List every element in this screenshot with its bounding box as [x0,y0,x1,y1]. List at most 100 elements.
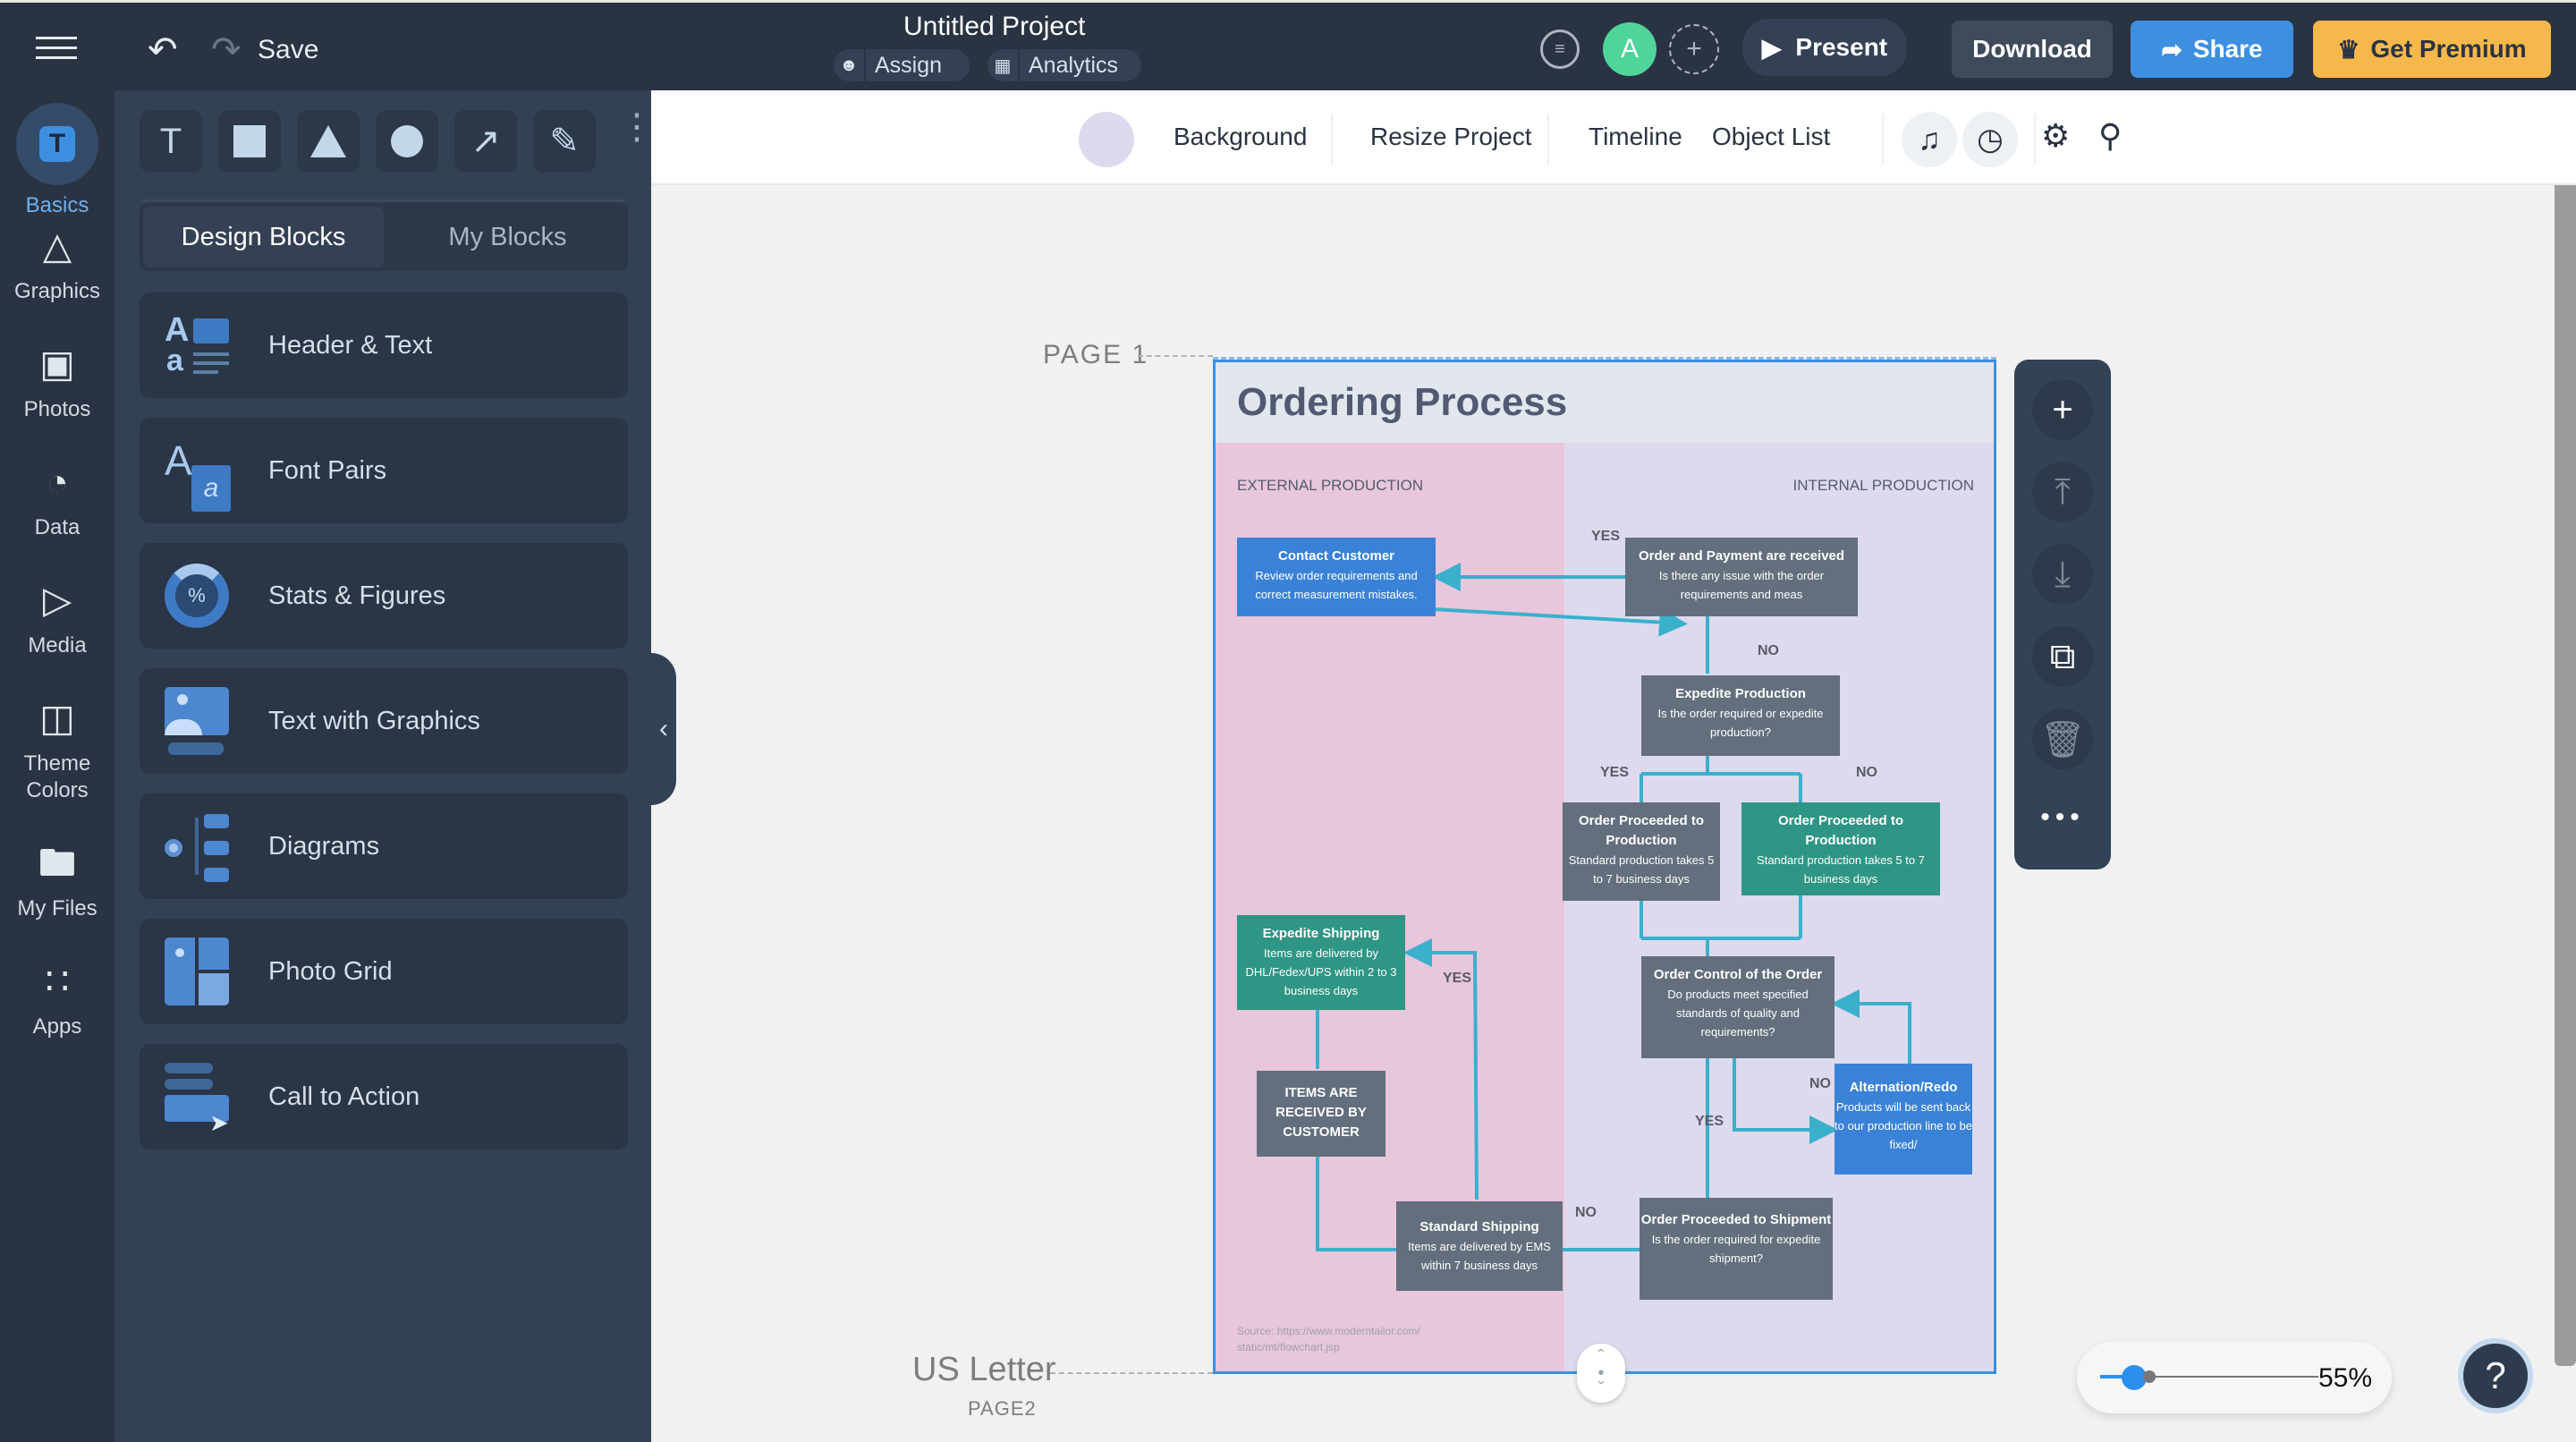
source-note[interactable]: Source: https://www.moderntailor.com/ st… [1237,1323,1470,1355]
node-expedite-production[interactable]: Expedite Production Is the order require… [1641,675,1840,756]
triangle-tool[interactable] [297,110,360,173]
add-collaborator-icon[interactable]: + [1669,24,1719,74]
block-diagrams[interactable]: Diagrams [140,793,628,899]
move-page-up-icon[interactable]: ⤒ [2032,462,2093,522]
add-page-icon[interactable]: + [2032,379,2093,440]
zoom-search-icon[interactable]: ⚲ [2098,117,2122,155]
line-tool[interactable]: ↗ [454,110,517,173]
page-label: PAGE 1 [1043,340,1149,369]
move-page-down-icon[interactable]: ⤓ [2032,544,2093,605]
rail-item-basics[interactable]: T Basics [0,103,114,219]
rail-label: Data [34,515,80,539]
help-button[interactable]: ? [2458,1338,2533,1413]
share-button[interactable]: ➦ Share [2131,21,2293,78]
analytics-label: Analytics [1029,52,1119,78]
chevron-left-icon: ‹ [659,714,668,743]
rectangle-tool[interactable] [218,110,281,173]
more-tools-icon[interactable]: ⋮ [619,109,655,145]
palette-icon: ◫ [39,697,75,739]
block-stats-figures[interactable]: % Stats & Figures [140,543,628,649]
node-contact-customer[interactable]: Contact Customer Review order requiremen… [1237,538,1436,616]
settings-gear-icon[interactable]: ⚙ [2041,117,2070,155]
image-text-icon [165,687,233,755]
edge-label-no: NO [1809,1076,1831,1091]
rail-label: Apps [32,1014,82,1039]
text-tool[interactable]: T [140,110,202,173]
page-resize-handle[interactable]: ˆ • ˇ [1577,1344,1625,1403]
undo-icon[interactable]: ↶ [148,30,178,71]
node-alternation-redo[interactable]: Alternation/Redo Products will be sent b… [1835,1064,1972,1175]
tab-design-blocks[interactable]: Design Blocks [143,207,384,267]
present-button[interactable]: ▶ Present [1742,19,1907,76]
node-title: Expedite Shipping [1262,926,1380,941]
resize-project-button[interactable]: Resize Project [1370,123,1532,151]
page-label-leader [1138,355,1213,357]
node-standard-shipping[interactable]: Standard Shipping Items are delivered by… [1396,1201,1563,1291]
top-bar: ↶ ↷ Save Untitled Project ☻ Assign ▦ Ana… [0,0,2576,90]
trash-icon[interactable]: 🗑 [2032,708,2093,769]
comment-icon[interactable]: ≡ [1540,30,1580,69]
rail-item-theme-colors[interactable]: ◫ Theme Colors [0,693,114,804]
node-proceed-shipment[interactable]: Order Proceeded to Shipment Is the order… [1640,1198,1833,1300]
photo-icon: ▣ [39,343,75,385]
background-button[interactable]: Background [1174,123,1307,151]
rail-item-data[interactable]: ◔ Data [0,457,114,541]
page-size-leader [1050,1372,1213,1374]
node-order-control[interactable]: Order Control of the Order Do products m… [1641,956,1835,1058]
object-list-button[interactable]: Object List [1712,123,1830,151]
connector [1403,938,1479,1200]
get-premium-button[interactable]: ♛ Get Premium [2313,21,2551,78]
download-button[interactable]: Download [1952,21,2113,78]
rail-label: Graphics [13,279,101,303]
rail-item-my-files[interactable]: 🖿 My Files [0,838,114,922]
node-order-payment[interactable]: Order and Payment are received Is there … [1625,538,1858,616]
collapse-panel-button[interactable]: ‹ [651,653,676,805]
edge-label-no: NO [1758,643,1779,658]
node-proceed-production-yes[interactable]: Order Proceeded to Production Standard p… [1563,802,1720,901]
rail-label-line2: Colors [26,778,89,802]
more-options-icon[interactable]: ••• [2014,804,2111,831]
connector [1640,756,1802,802]
document-page[interactable]: Ordering Process EXTERNAL PRODUCTION INT… [1213,360,1996,1374]
background-color-swatch[interactable] [1079,112,1134,167]
block-text-with-graphics[interactable]: Text with Graphics [140,668,628,774]
duplicate-page-icon[interactable]: ⧉ [2032,626,2093,687]
edge-label-no: NO [1856,765,1877,780]
redo-icon[interactable]: ↷ [211,30,242,71]
project-title[interactable]: Untitled Project [903,12,1085,42]
triangle-icon [310,125,346,157]
tab-my-blocks[interactable]: My Blocks [387,203,628,271]
alarm-clock-icon[interactable]: ◷ [1962,112,2018,167]
block-font-pairs[interactable]: A a Font Pairs [140,418,628,523]
rail-item-media[interactable]: ▷ Media [0,575,114,659]
timeline-button[interactable]: Timeline [1589,123,1682,151]
block-header-text[interactable]: A a Header & Text [140,293,628,398]
node-body: Standard production takes 5 to 7 busines… [1568,853,1715,886]
pen-tool[interactable]: ✎ [533,110,596,173]
analytics-button[interactable]: ▦ Analytics [987,49,1141,81]
vertical-scrollbar[interactable] [2555,185,2576,1366]
node-proceed-production-no[interactable]: Order Proceeded to Production Standard p… [1741,802,1940,895]
node-items-received[interactable]: ITEMS ARE RECEIVED BY CUSTOMER [1257,1071,1385,1157]
block-call-to-action[interactable]: ➤ Call to Action [140,1044,628,1149]
block-photo-grid[interactable]: Photo Grid [140,919,628,1024]
node-title: Standard Shipping [1419,1219,1539,1234]
page-size-label[interactable]: US Letter [912,1351,1056,1389]
block-tabs: Design Blocks My Blocks [140,203,628,271]
save-button[interactable]: Save [258,35,318,65]
rail-item-graphics[interactable]: △ Graphics [0,221,114,305]
block-label: Call to Action [268,1082,420,1111]
rail-item-photos[interactable]: ▣ Photos [0,339,114,423]
avatar[interactable]: A [1603,22,1657,76]
rail-item-apps[interactable]: ∷ Apps [0,956,114,1040]
menu-icon[interactable] [36,37,77,60]
question-mark-icon: ? [2485,1354,2506,1396]
icon-rail: T Basics △ Graphics ▣ Photos ◔ Data ▷ Me… [0,90,114,1442]
add-music-icon[interactable]: ♫ [1902,112,1957,167]
node-body: Is there any issue with the order requir… [1658,569,1825,601]
assign-button[interactable]: ☻ Assign [834,49,970,81]
circle-tool[interactable] [376,110,438,173]
edge-label-yes: YES [1695,1114,1724,1129]
canvas-toolbar: Background Resize Project Timeline Objec… [651,90,2576,185]
node-expedite-shipping[interactable]: Expedite Shipping Items are delivered by… [1237,915,1405,1010]
